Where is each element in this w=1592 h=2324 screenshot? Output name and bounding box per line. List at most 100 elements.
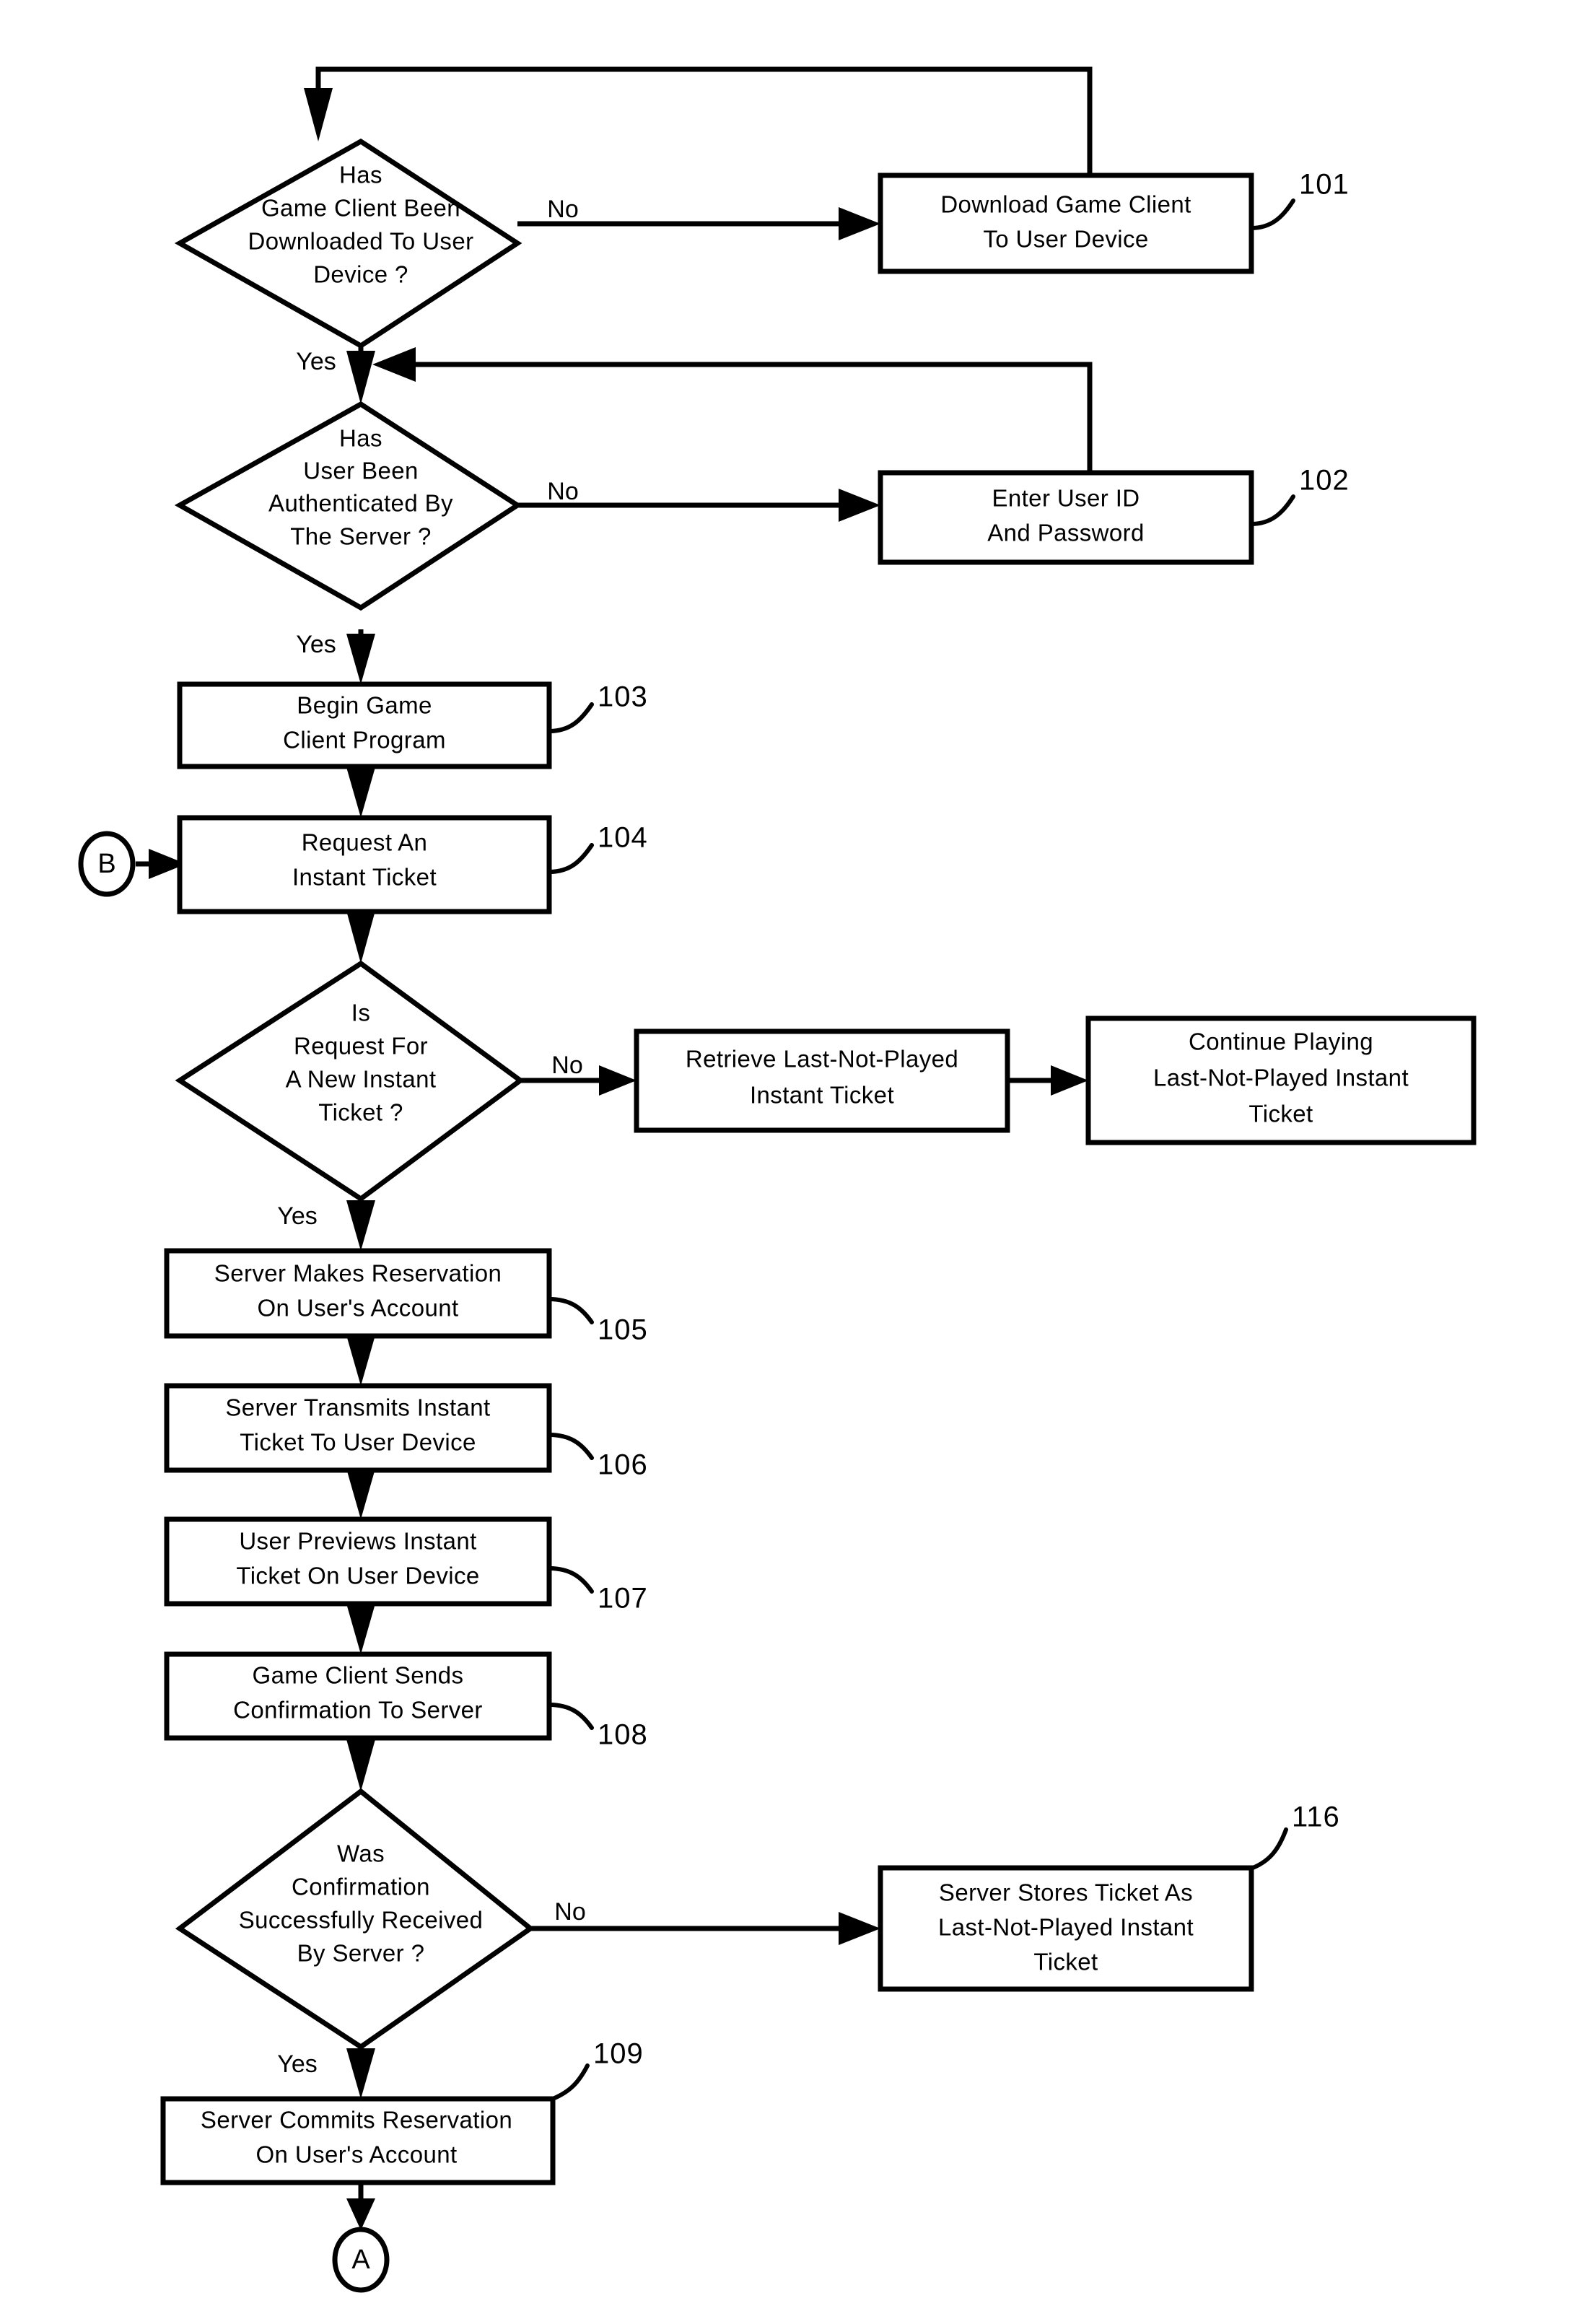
node-process-server-commits-reservation[interactable]: Server Commits Reservation On User's Acc… bbox=[160, 2096, 556, 2185]
node-process-server-transmits-ticket[interactable]: Server Transmits Instant Ticket To User … bbox=[164, 1383, 552, 1473]
process-line: User Previews Instant bbox=[239, 1528, 476, 1555]
ref-number-108: 108 bbox=[598, 1719, 648, 1751]
edge-p104-to-d3 bbox=[346, 911, 375, 964]
decision-line: By Server ? bbox=[297, 1940, 425, 1967]
node-process-download-game-client[interactable]: Download Game Client To User Device bbox=[878, 172, 1254, 274]
process-line: Game Client Sends bbox=[253, 1662, 464, 1689]
flowchart-svg: Has Game Client Been Downloaded To User … bbox=[78, 66, 1477, 2293]
node-decision-confirmation-received[interactable]: Was Confirmation Successfully Received B… bbox=[175, 1788, 535, 2050]
process-line: Instant Ticket bbox=[750, 1082, 894, 1109]
edge-label-d2-no: No bbox=[547, 478, 578, 505]
leader-101 bbox=[1249, 198, 1295, 230]
leader-105 bbox=[547, 1297, 594, 1324]
process-line: To User Device bbox=[983, 226, 1148, 253]
process-line: Begin Game bbox=[297, 692, 432, 719]
decision-line: Device ? bbox=[313, 261, 408, 288]
edge-p102-to-d2 bbox=[372, 347, 1093, 473]
process-line: Server Transmits Instant bbox=[225, 1394, 490, 1421]
process-line: Enter User ID bbox=[992, 485, 1140, 512]
connector-letter: B bbox=[97, 849, 115, 879]
decision-line: Has bbox=[339, 425, 382, 452]
process-line: Retrieve Last-Not-Played bbox=[686, 1046, 958, 1073]
ref-number-104: 104 bbox=[598, 822, 648, 854]
decision-line: Request For bbox=[294, 1033, 428, 1060]
leader-104 bbox=[547, 843, 594, 874]
process-line: Ticket bbox=[1248, 1101, 1313, 1127]
process-line: On User's Account bbox=[255, 2141, 457, 2168]
leader-103 bbox=[547, 702, 594, 733]
edge-label-d2-yes: Yes bbox=[296, 631, 336, 658]
edge-retrieve-to-continue bbox=[1007, 1065, 1088, 1096]
edge-p103-to-p104 bbox=[346, 765, 375, 818]
node-process-enter-user-id[interactable]: Enter User ID And Password bbox=[878, 470, 1254, 565]
process-line: Confirmation To Server bbox=[233, 1697, 483, 1724]
ref-number-103: 103 bbox=[598, 681, 648, 713]
decision-line: A New Instant bbox=[286, 1066, 437, 1093]
edge-p106-to-p107 bbox=[346, 1469, 375, 1519]
process-line: Client Program bbox=[283, 727, 446, 753]
leader-106 bbox=[547, 1433, 594, 1460]
edge-label-d4-no: No bbox=[554, 1898, 585, 1926]
leader-109 bbox=[551, 2063, 590, 2101]
process-line: Server Stores Ticket As bbox=[939, 1879, 1193, 1906]
node-connector-a[interactable]: A bbox=[332, 2227, 390, 2293]
leader-108 bbox=[547, 1703, 594, 1730]
connector-letter: A bbox=[351, 2245, 370, 2275]
leader-116 bbox=[1251, 1827, 1288, 1870]
node-process-user-previews-ticket[interactable]: User Previews Instant Ticket On User Dev… bbox=[164, 1516, 552, 1607]
decision-line: Authenticated By bbox=[268, 490, 453, 517]
process-line: On User's Account bbox=[257, 1295, 458, 1322]
edge-p108-to-d4 bbox=[346, 1738, 375, 1791]
leader-102 bbox=[1249, 494, 1295, 526]
node-process-server-stores-ticket[interactable]: Server Stores Ticket As Last-Not-Played … bbox=[878, 1865, 1254, 1992]
process-line: And Password bbox=[987, 520, 1145, 546]
node-process-request-instant-ticket[interactable]: Request An Instant Ticket bbox=[177, 815, 552, 914]
decision-line: Confirmation bbox=[292, 1874, 430, 1900]
process-line: Ticket bbox=[1033, 1949, 1098, 1975]
edge-label-d1-yes: Yes bbox=[296, 348, 336, 375]
edge-label-d3-no: No bbox=[551, 1052, 582, 1079]
node-process-retrieve-last-not-played[interactable]: Retrieve Last-Not-Played Instant Ticket bbox=[634, 1028, 1010, 1133]
flowchart-canvas: Has Game Client Been Downloaded To User … bbox=[0, 0, 1592, 2324]
ref-number-107: 107 bbox=[598, 1583, 648, 1615]
leader-107 bbox=[547, 1566, 594, 1594]
process-line: Server Makes Reservation bbox=[214, 1260, 502, 1287]
process-line: Ticket To User Device bbox=[240, 1429, 476, 1456]
node-process-begin-game-client[interactable]: Begin Game Client Program bbox=[177, 681, 552, 769]
edge-label-d1-no: No bbox=[547, 196, 578, 223]
node-decision-user-authenticated[interactable]: Has User Been Authenticated By The Serve… bbox=[174, 401, 522, 611]
edge-p109-to-connA bbox=[346, 2183, 375, 2230]
edge-label-d3-yes: Yes bbox=[277, 1202, 317, 1230]
decision-line: Successfully Received bbox=[239, 1907, 484, 1934]
process-line: Last-Not-Played Instant bbox=[938, 1914, 1194, 1941]
ref-number-105: 105 bbox=[598, 1314, 648, 1346]
node-process-continue-playing[interactable]: Continue Playing Last-Not-Played Instant… bbox=[1085, 1015, 1477, 1145]
process-line: Instant Ticket bbox=[292, 864, 437, 891]
edge-p105-to-p106 bbox=[346, 1335, 375, 1386]
node-process-server-makes-reservation[interactable]: Server Makes Reservation On User's Accou… bbox=[164, 1248, 552, 1339]
edge-d4-yes-to-p109 bbox=[346, 2047, 375, 2099]
ref-number-109: 109 bbox=[593, 2038, 644, 2070]
node-decision-new-instant-ticket[interactable]: Is Request For A New Instant Ticket ? bbox=[175, 960, 525, 1202]
process-line: Server Commits Reservation bbox=[201, 2107, 512, 2133]
edge-d1-yes-to-d2 bbox=[346, 346, 375, 404]
decision-line: The Server ? bbox=[290, 523, 432, 550]
edge-d2-yes-to-p103 bbox=[346, 629, 375, 684]
ref-number-101: 101 bbox=[1299, 169, 1350, 201]
decision-line: Ticket ? bbox=[318, 1099, 403, 1126]
decision-line: Is bbox=[351, 1000, 370, 1026]
process-line: Ticket On User Device bbox=[236, 1563, 479, 1589]
decision-line: Was bbox=[337, 1840, 385, 1867]
process-line: Request An bbox=[302, 829, 428, 856]
ref-number-116: 116 bbox=[1292, 1801, 1340, 1833]
edge-d3-yes-to-p105 bbox=[346, 1199, 375, 1251]
node-decision-game-client-downloaded[interactable]: Has Game Client Been Downloaded To User … bbox=[174, 138, 522, 349]
edge-label-d4-yes: Yes bbox=[277, 2050, 317, 2078]
decision-line: Has bbox=[339, 162, 382, 188]
node-connector-b[interactable]: B bbox=[78, 831, 136, 897]
decision-line: Downloaded To User bbox=[248, 228, 474, 255]
decision-line: User Been bbox=[303, 458, 419, 484]
ref-number-102: 102 bbox=[1299, 465, 1350, 497]
process-line: Continue Playing bbox=[1189, 1028, 1373, 1055]
node-process-game-client-sends-confirmation[interactable]: Game Client Sends Confirmation To Server bbox=[164, 1651, 552, 1741]
